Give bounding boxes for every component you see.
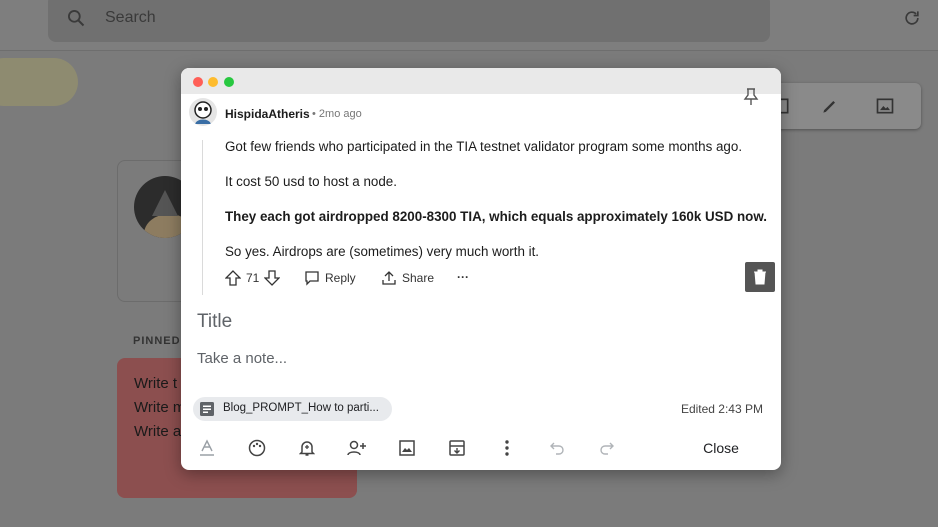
note-line: Write m — [134, 399, 186, 416]
image-icon[interactable] — [875, 96, 895, 116]
post-paragraph: So yes. Airdrops are (sometimes) very mu… — [225, 244, 540, 259]
user-avatar — [189, 98, 217, 126]
edited-timestamp: Edited 2:43 PM — [680, 402, 763, 416]
trash-icon — [754, 269, 766, 285]
add-collaborator-icon[interactable] — [347, 438, 367, 458]
palette-icon[interactable] — [247, 438, 267, 458]
delete-image-button[interactable] — [745, 262, 775, 292]
note-editor-dialog: HispidaAtheris • 2mo ago Got few friends… — [181, 68, 781, 470]
share-icon — [382, 271, 396, 285]
post-age: • 2mo ago — [312, 108, 362, 120]
screenshot-window-bar — [181, 68, 781, 94]
downvote-icon — [264, 270, 281, 286]
label-chip[interactable] — [0, 58, 78, 106]
pin-icon[interactable] — [743, 88, 759, 106]
vote-count: 71 — [246, 271, 260, 285]
screenshot-image: HispidaAtheris • 2mo ago Got few friends… — [181, 94, 781, 295]
attachment-name: Blog_PROMPT_How to parti... — [223, 402, 379, 414]
image-icon[interactable] — [397, 438, 417, 458]
vote-group: 71 — [225, 270, 281, 286]
note-toolbar-background — [765, 83, 921, 129]
window-maximize-dot — [224, 77, 234, 87]
thread-line — [202, 140, 203, 295]
search-box[interactable] — [48, 0, 770, 42]
archive-icon[interactable] — [447, 438, 467, 458]
search-icon[interactable] — [66, 8, 86, 28]
comment-icon — [305, 271, 319, 286]
share-label: Share — [402, 271, 435, 285]
undo-icon[interactable] — [547, 438, 567, 458]
close-button[interactable]: Close — [691, 437, 751, 459]
redo-icon[interactable] — [597, 438, 617, 458]
brush-icon[interactable] — [820, 96, 840, 116]
reply-label: Reply — [325, 271, 356, 285]
search-input[interactable]: Search — [105, 9, 156, 27]
pinned-section-label: PINNED — [133, 335, 181, 347]
window-minimize-dot — [208, 77, 218, 87]
reply-action: Reply — [304, 270, 356, 286]
note-line: Write t — [134, 375, 178, 392]
upvote-icon — [225, 270, 241, 286]
share-action: Share — [381, 270, 434, 286]
title-input[interactable]: Title — [197, 311, 232, 333]
note-input[interactable]: Take a note... — [197, 350, 287, 367]
more-vert-icon[interactable] — [497, 438, 517, 458]
post-paragraph-bold: They each got airdropped 8200-8300 TIA, … — [225, 209, 767, 224]
post-paragraph: Got few friends who participated in the … — [225, 139, 743, 154]
window-close-dot — [193, 77, 203, 87]
note-line: Write a — [134, 423, 182, 440]
post-paragraph: It cost 50 usd to host a node. — [225, 174, 397, 189]
more-action: ··· — [457, 270, 469, 284]
attachment-chip[interactable]: Blog_PROMPT_How to parti... — [193, 397, 392, 421]
refresh-icon[interactable] — [902, 8, 922, 28]
text-format-icon[interactable] — [197, 438, 217, 458]
post-username: HispidaAtheris — [225, 107, 310, 121]
bell-icon[interactable] — [297, 438, 317, 458]
document-icon — [200, 402, 214, 416]
